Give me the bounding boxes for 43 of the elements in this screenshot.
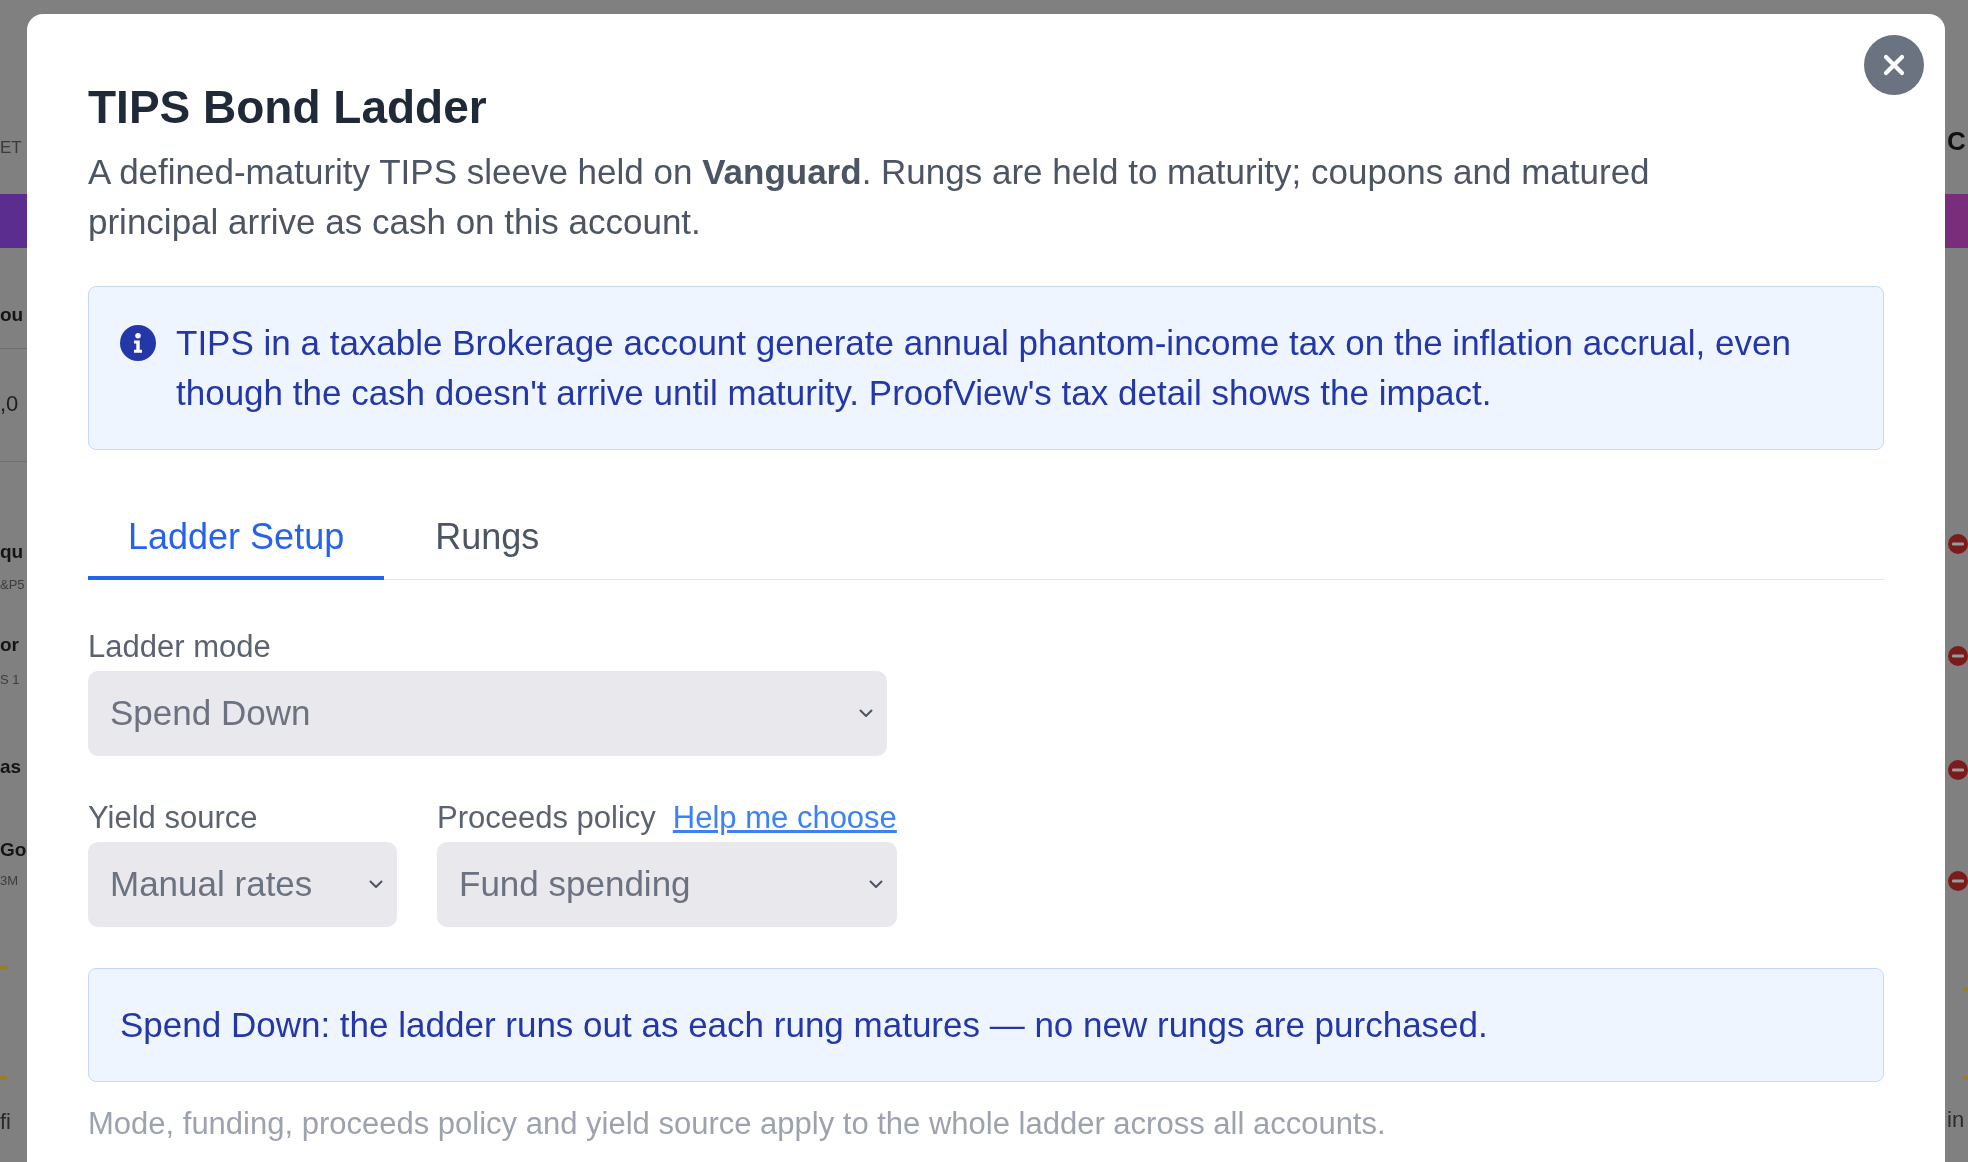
background-text: fi [0,1108,11,1136]
close-icon [1883,54,1905,76]
dash-icon [0,1076,7,1080]
notice-text: TIPS in a taxable Brokerage account generate annual phantom-income tax on the inflation accrual, even though the cash doesn't arrive until maturity. ProofView's tax detail shows the impact. [176,322,1792,414]
chevron-down-icon [369,880,383,889]
chevron-down-icon [869,880,883,889]
select-field[interactable]: Spend Down [88,671,887,756]
minus-circle-icon [1948,871,1968,891]
dash-icon [0,965,7,969]
dash-icon [1963,1076,1968,1080]
dialog-description: A defined-maturity TIPS sleeve held on Vanguard. Rungs are held to maturity; coupons and matured principal arrive as cash on this account. [88,151,1651,243]
background-text: Go [0,838,27,862]
background-text: ,0 [0,390,19,418]
minus-circle-icon [1948,646,1968,666]
background-text: 3M [0,872,19,890]
chevron-down-icon [859,709,873,718]
header-band [1945,194,1968,248]
tab[interactable]: Rungs [395,493,580,580]
background-text: S 1 [0,671,20,689]
select-field[interactable]: Fund spending [437,842,897,927]
background-text: or [0,633,19,657]
background-text: ET [0,137,22,159]
minus-circle-icon [1948,760,1968,780]
background-text: as [0,755,22,779]
select-field[interactable]: Manual rates [88,842,397,927]
header-band [0,194,27,248]
minus-circle-icon [1948,534,1968,554]
tab[interactable]: Ladder Setup [88,493,385,580]
mode-alert: Spend Down: the ladder runs out as each rung matures — no new rungs are purchased. [88,968,1884,1082]
info-icon [120,325,156,361]
background-text: qu [0,540,24,564]
background-text: C [1946,126,1966,156]
footnote-text: Mode, funding, proceeds policy and yield source apply to the whole ladder across all accounts. [88,1105,1386,1143]
field-label: Ladder mode [88,628,271,666]
help-link[interactable]: Help me choose [672,796,897,839]
field-label: Yield source [88,799,258,837]
background-text: in [1946,1106,1965,1134]
close-button[interactable] [1864,35,1924,95]
dash-icon [1963,987,1968,991]
dialog-title: TIPS Bond Ladder [88,80,487,135]
field-label: Proceeds policy [437,799,656,837]
background-text: ou [0,303,24,327]
background-text: &P5 [0,576,25,594]
